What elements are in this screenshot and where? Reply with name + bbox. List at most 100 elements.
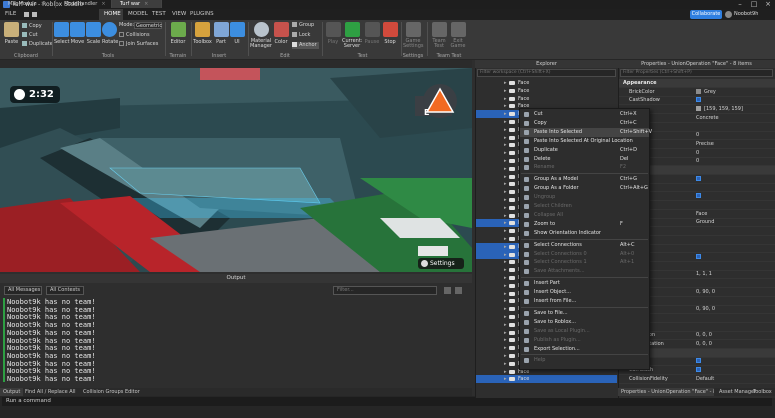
property-value[interactable]: Ground (696, 218, 714, 227)
property-checkbox[interactable] (696, 193, 701, 199)
duplicate-button[interactable]: Duplicate (22, 41, 53, 48)
menu-item[interactable]: Cut Ctrl+X (520, 110, 649, 119)
toolbox-button[interactable]: Toolbox (193, 22, 212, 52)
ui-button[interactable]: UI (230, 22, 245, 52)
expand-arrow-icon[interactable]: ▸ (504, 173, 507, 181)
property-value[interactable]: Grey (696, 88, 716, 97)
minimize-icon[interactable]: – (733, 0, 747, 9)
copy-button[interactable]: Copy (22, 23, 42, 30)
property-checkbox[interactable] (696, 97, 701, 103)
doc-tab-modehandler[interactable]: ModeHandler × (56, 0, 112, 8)
tab-find-all[interactable]: Find All / Replace All (22, 388, 78, 396)
property-value[interactable]: 0, 90, 0 (696, 288, 715, 297)
move-tool-button[interactable]: Move (70, 22, 85, 52)
property-value[interactable]: 0 (696, 157, 699, 166)
doc-tab-mapmodule[interactable]: MapModule × (0, 0, 56, 8)
messages-filter-dropdown[interactable]: All Messages (4, 286, 42, 295)
property-checkbox[interactable] (696, 254, 701, 259)
cut-button[interactable]: Cut (22, 32, 38, 39)
explorer-filter-input[interactable]: Filter workspace (Ctrl+Shift+X) (477, 69, 616, 77)
game-settings-button[interactable]: Game Settings (403, 22, 424, 52)
expand-arrow-icon[interactable]: ▸ (504, 274, 507, 282)
menu-item[interactable]: Save to Roblox... (520, 318, 649, 327)
explorer-row[interactable]: ▸ Face (476, 79, 617, 87)
output-filter-input[interactable]: Filter... (333, 286, 437, 295)
property-value[interactable] (696, 253, 701, 262)
menu-item[interactable]: Select Connections Alt+C (520, 241, 649, 250)
expand-arrow-icon[interactable]: ▸ (504, 102, 507, 110)
property-value[interactable]: 0 (696, 131, 699, 140)
maximize-icon[interactable]: □ (747, 0, 761, 9)
tab-file[interactable]: FILE (0, 9, 20, 20)
menu-item[interactable]: Paste Into Selected Ctrl+Shift+V (520, 127, 652, 137)
join-surfaces-toggle[interactable]: Join Surfaces (119, 41, 158, 48)
menu-item[interactable]: Delete Del (520, 155, 649, 164)
expand-arrow-icon[interactable]: ▸ (504, 313, 507, 321)
menu-item[interactable]: Show Orientation Indicator (520, 229, 649, 238)
join-surfaces-checkbox[interactable] (119, 41, 124, 46)
expand-arrow-icon[interactable]: ▸ (504, 79, 507, 87)
close-icon[interactable]: × (761, 0, 775, 9)
expand-arrow-icon[interactable]: ▸ (504, 95, 507, 103)
rotate-tool-button[interactable]: Rotate (102, 22, 118, 52)
tab-properties[interactable]: Properties - UnionOperation "Face" - 8 i… (618, 388, 714, 396)
property-value[interactable] (696, 175, 701, 184)
property-value[interactable]: [159, 159, 159] (696, 105, 743, 114)
team-test-button[interactable]: Team Test (430, 22, 448, 52)
expand-arrow-icon[interactable]: ▸ (504, 196, 507, 204)
undo-icon[interactable] (24, 12, 29, 17)
property-value[interactable]: 0 (696, 149, 699, 158)
part-button[interactable]: Part (213, 22, 229, 52)
terrain-editor-button[interactable]: Editor (168, 22, 188, 52)
expand-arrow-icon[interactable]: ▸ (504, 336, 507, 344)
expand-arrow-icon[interactable]: ▸ (504, 235, 507, 243)
expand-arrow-icon[interactable]: ▸ (504, 134, 507, 142)
expand-arrow-icon[interactable]: ▸ (504, 368, 507, 376)
output-menu-icon[interactable] (455, 287, 462, 294)
expand-arrow-icon[interactable]: ▸ (504, 180, 507, 188)
menu-item[interactable]: Group As a Folder Ctrl+Alt+G (520, 184, 649, 193)
property-value[interactable]: 0, 0, 0 (696, 331, 712, 340)
expand-arrow-icon[interactable]: ▸ (504, 188, 507, 196)
explorer-row[interactable]: ▸ Face (476, 95, 617, 103)
explorer-row[interactable]: ▸ Face (476, 375, 617, 384)
tab-collision-groups[interactable]: Collision Groups Editor (80, 388, 143, 396)
expand-arrow-icon[interactable]: ▸ (504, 118, 507, 126)
expand-arrow-icon[interactable]: ▸ (504, 266, 507, 274)
expand-arrow-icon[interactable]: ▸ (504, 243, 507, 251)
exit-game-button[interactable]: Exit Game (449, 22, 467, 52)
color-button[interactable]: Color (273, 22, 289, 52)
menu-item[interactable]: Insert Part (520, 279, 649, 288)
lock-button[interactable]: Lock (292, 32, 310, 39)
tab-output[interactable]: Output (0, 388, 24, 396)
menu-item[interactable]: Duplicate Ctrl+D (520, 146, 649, 155)
anchor-button[interactable]: Anchor (292, 42, 319, 49)
property-value[interactable]: Face (696, 210, 707, 219)
clear-output-icon[interactable] (444, 287, 451, 294)
close-tab-icon[interactable]: × (101, 1, 105, 7)
contexts-filter-dropdown[interactable]: All Contexts (46, 286, 84, 295)
expand-arrow-icon[interactable]: ▸ (504, 165, 507, 173)
tab-home[interactable]: HOME (99, 9, 123, 20)
current-server-button[interactable]: Current: Server (342, 22, 362, 52)
expand-arrow-icon[interactable]: ▸ (504, 282, 507, 290)
menu-item[interactable]: Insert from File... (520, 297, 649, 306)
property-value[interactable] (696, 357, 701, 366)
expand-arrow-icon[interactable]: ▸ (504, 157, 507, 165)
hud-settings-button[interactable]: Settings (418, 258, 464, 269)
property-value[interactable]: 1, 1, 1 (696, 270, 712, 279)
play-button[interactable]: Play (325, 22, 341, 52)
property-value[interactable]: Concrete (696, 114, 719, 123)
menu-item[interactable]: Paste Into Selected At Original Location (520, 137, 649, 146)
expand-arrow-icon[interactable]: ▸ (504, 212, 507, 220)
property-value[interactable]: Precise (696, 140, 714, 149)
menu-item[interactable]: Save to File... (520, 309, 649, 318)
tab-model[interactable]: MODEL (123, 9, 148, 20)
material-manager-button[interactable]: Material Manager (250, 22, 272, 52)
property-value[interactable] (696, 366, 701, 375)
mode-dropdown[interactable]: Geometric (134, 22, 162, 29)
property-value[interactable] (696, 96, 701, 105)
expand-arrow-icon[interactable]: ▸ (504, 297, 507, 305)
property-value[interactable]: 0, 90, 0 (696, 305, 715, 314)
expand-arrow-icon[interactable]: ▸ (504, 375, 507, 383)
